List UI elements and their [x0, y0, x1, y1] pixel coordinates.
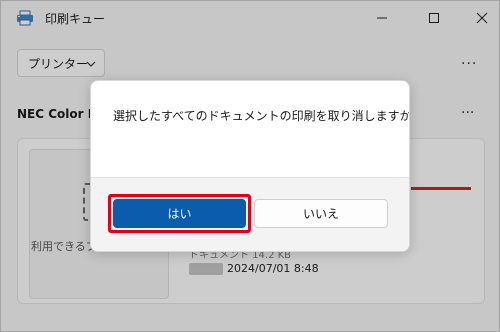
yes-button[interactable]: はい	[113, 199, 246, 228]
no-button-label: いいえ	[302, 207, 339, 221]
yes-button-label: はい	[167, 207, 192, 221]
dialog-message: 選択したすべてのドキュメントの印刷を取り消しますか?	[113, 109, 410, 123]
no-button[interactable]: いいえ	[254, 199, 388, 228]
